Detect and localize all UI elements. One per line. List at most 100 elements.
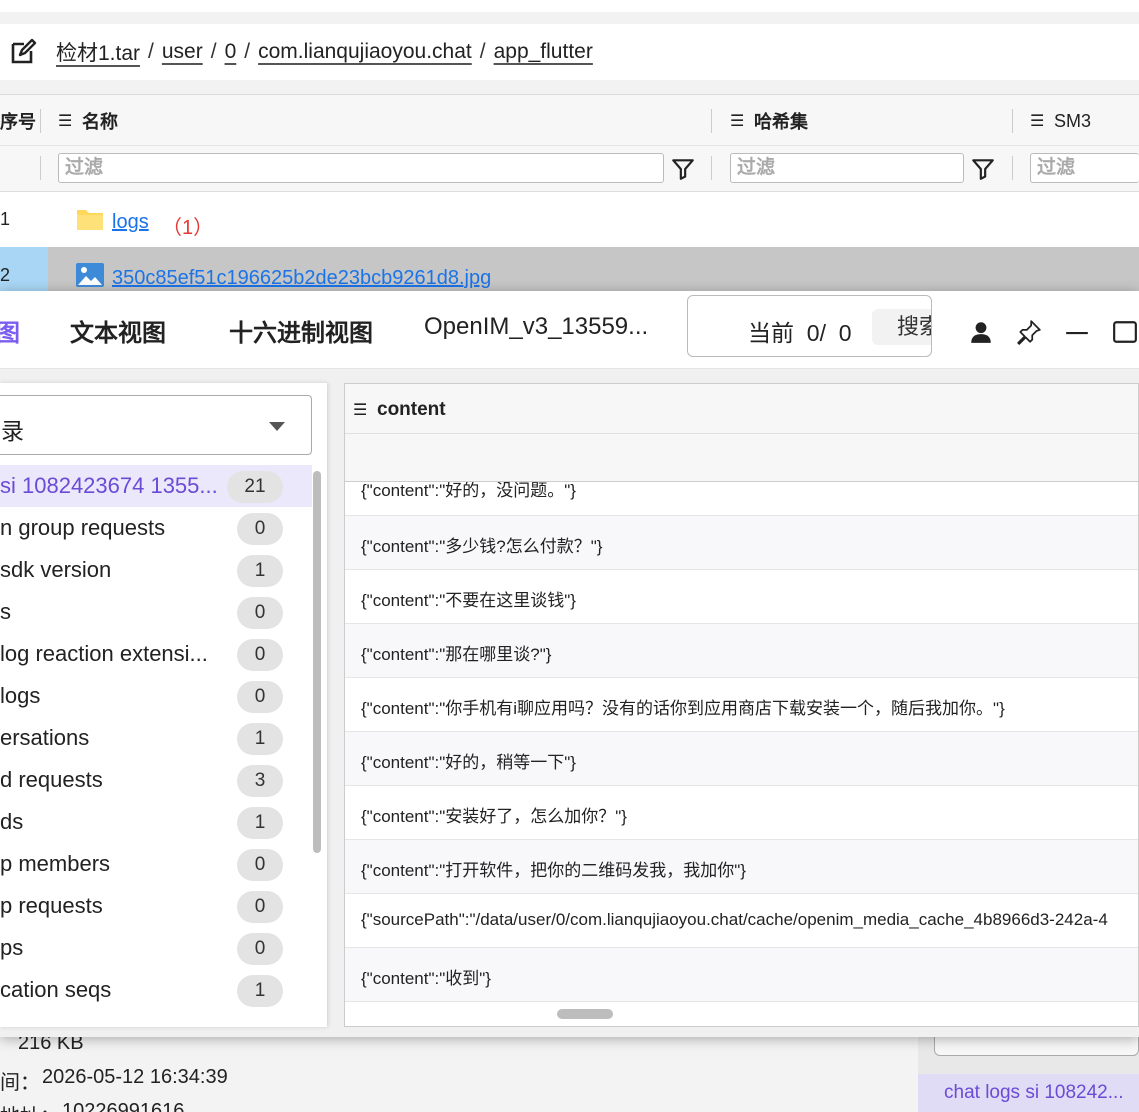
top-strip-gray (0, 12, 1139, 24)
table-name: logs (0, 683, 41, 708)
content-cell: {"content":"收到"} (361, 969, 491, 988)
table-row[interactable]: {"content":"不要在这里谈钱"} (345, 570, 1138, 624)
modified-time-value: 2026-05-12 16:34:39 (42, 1066, 228, 1088)
breadcrumb-item-package[interactable]: com.lianqujiaoyou.chat (258, 40, 472, 64)
table-row[interactable]: {"content":"收到"} (345, 948, 1138, 1002)
table-name: log reaction extensi... (0, 641, 208, 666)
table-count-badge: 0 (237, 597, 283, 629)
filter-icon[interactable] (970, 156, 996, 182)
table-row[interactable]: {"content":"你手机有i聊应用吗？没有的话你到应用商店下载安装一个，随… (345, 678, 1138, 732)
table-name: s (0, 599, 11, 624)
bottom-right-panel: chat logs si 108242... (918, 1026, 1139, 1112)
content-column-header[interactable]: ☰ content (345, 384, 1138, 434)
table-select[interactable]: 录 (0, 395, 312, 455)
table-list-item[interactable]: log reaction extensi... 0 (0, 633, 312, 675)
header-name[interactable]: ☰ 名称 (58, 95, 118, 147)
name-filter-input[interactable]: 过滤 (58, 153, 664, 183)
table-row[interactable]: {"content":"安装好了，怎么加你？"} (345, 786, 1138, 840)
table-list-item[interactable]: d requests 3 (0, 759, 312, 801)
table-list-scrollbar[interactable] (313, 471, 321, 853)
bottom-table-item-selected[interactable]: chat logs si 108242... (918, 1074, 1139, 1112)
user-icon[interactable] (968, 319, 994, 345)
search-box[interactable]: 当前 0/ 0 搜索 (687, 295, 932, 357)
sm3-filter-input[interactable]: 过滤 (1030, 153, 1139, 183)
hash-set-filter-input[interactable]: 过滤 (730, 153, 964, 183)
chevron-down-icon (269, 422, 285, 431)
content-cell: {"content":"多少钱?怎么付款？"} (361, 537, 603, 556)
header-divider (1012, 109, 1013, 133)
tab-database-file[interactable]: OpenIM_v3_13559... (424, 313, 648, 341)
table-count-badge: 1 (237, 975, 283, 1007)
content-cell: {"content":"那在哪里谈?"} (361, 645, 552, 664)
breadcrumb-separator: / (479, 40, 486, 63)
viewer-body: 录 si 1082423674 1355... 21 n group reque… (0, 369, 1139, 1037)
table-name: d requests (0, 767, 103, 792)
content-cell: {"content":"安装好了，怎么加你？"} (361, 807, 627, 826)
tab-table-view[interactable]: 图 (0, 313, 20, 348)
minimize-icon[interactable] (1064, 319, 1090, 345)
table-list-item[interactable]: logs 0 (0, 675, 312, 717)
table-list-item[interactable]: si 1082423674 1355... 21 (0, 465, 312, 507)
maximize-icon[interactable] (1112, 319, 1138, 345)
content-rows: {"content":"好的，没问题。"} {"content":"多少钱?怎么… (345, 482, 1138, 1002)
pin-icon[interactable] (1016, 319, 1042, 345)
table-name: n group requests (0, 515, 166, 540)
table-row[interactable]: {"content":"好的，没问题。"} (345, 482, 1138, 516)
table-row[interactable]: 1 logs （1） (0, 193, 1139, 247)
gap-strip (0, 80, 1139, 94)
table-count-badge: 3 (237, 765, 283, 797)
table-row[interactable]: {"content":"好的，稍等一下"} (345, 732, 1138, 786)
logs-link[interactable]: logs (112, 211, 149, 234)
tab-text-view[interactable]: 文本视图 (70, 313, 166, 348)
row-index: 2 (0, 265, 11, 285)
table-list-item[interactable]: p requests 0 (0, 885, 312, 927)
breadcrumb-item-root[interactable]: 检材1.tar (56, 37, 140, 67)
header-sm3-label: SM3 (1054, 110, 1092, 131)
table-list-item[interactable]: ersations 1 (0, 717, 312, 759)
table-list-item[interactable]: n group requests 0 (0, 507, 312, 549)
content-cell: {"content":"好的，没问题。"} (361, 482, 576, 500)
breadcrumb-item-user[interactable]: user (162, 40, 203, 64)
table-row[interactable]: {"content":"打开软件，把你的二维码发我，我加你"} (345, 840, 1138, 894)
content-filter-row[interactable] (345, 434, 1138, 482)
table-row[interactable]: {"sourcePath":"/data/user/0/com.lianquji… (345, 894, 1138, 948)
header-sm3[interactable]: ☰ SM3 (1030, 95, 1091, 147)
filter-icon[interactable] (670, 156, 696, 182)
table-name: p requests (0, 893, 103, 918)
header-hash-set-label: 哈希集 (754, 112, 808, 132)
table-count-badge: 21 (227, 471, 283, 503)
filter-divider (40, 156, 41, 180)
header-name-label: 名称 (82, 112, 118, 132)
table-list-item[interactable]: sdk version 1 (0, 549, 312, 591)
list-icon: ☰ (730, 113, 745, 130)
table-count-badge: 0 (237, 933, 283, 965)
breadcrumb-item-app-flutter[interactable]: app_flutter (494, 40, 593, 64)
filter-row: 过滤 过滤 过滤 (0, 146, 1139, 192)
address-value: 10226991616 (62, 1100, 185, 1112)
table-list-item[interactable]: cation seqs 1 (0, 969, 312, 1011)
content-cell: {"content":"不要在这里谈钱"} (361, 591, 576, 610)
horizontal-scrollbar[interactable] (557, 1009, 613, 1019)
table-row[interactable]: {"content":"那在哪里谈?"} (345, 624, 1138, 678)
table-name: ersations (0, 725, 90, 750)
table-row-selected[interactable]: 2 350c85ef51c196625b2de23bcb9261d8.jpg (0, 247, 1139, 291)
jpg-file-link[interactable]: 350c85ef51c196625b2de23bcb9261d8.jpg (112, 267, 491, 290)
table-list-item[interactable]: p members 0 (0, 843, 312, 885)
table-list-item[interactable]: ps 0 (0, 927, 312, 969)
table-name: si 1082423674 1355... (0, 473, 218, 498)
breadcrumb-item-0[interactable]: 0 (225, 40, 237, 64)
edit-icon[interactable] (8, 37, 38, 67)
table-select-value: 录 (1, 418, 24, 444)
viewer-toolbar: 图 文本视图 十六进制视图 OpenIM_v3_13559... 当前 0/ 0… (0, 291, 1139, 369)
filter-divider (711, 156, 712, 180)
header-index[interactable]: 序号 (0, 95, 36, 147)
table-list: si 1082423674 1355... 21 n group request… (0, 465, 312, 1011)
viewer-window: 图 文本视图 十六进制视图 OpenIM_v3_13559... 当前 0/ 0… (0, 291, 1139, 1037)
tab-hex-view[interactable]: 十六进制视图 (229, 313, 373, 348)
address-label: 地址： (0, 1100, 60, 1112)
table-row[interactable]: {"content":"多少钱?怎么付款？"} (345, 516, 1138, 570)
search-button[interactable]: 搜索 (872, 309, 931, 345)
table-list-item[interactable]: ds 1 (0, 801, 312, 843)
table-list-item[interactable]: s 0 (0, 591, 312, 633)
header-hash-set[interactable]: ☰ 哈希集 (730, 95, 808, 147)
